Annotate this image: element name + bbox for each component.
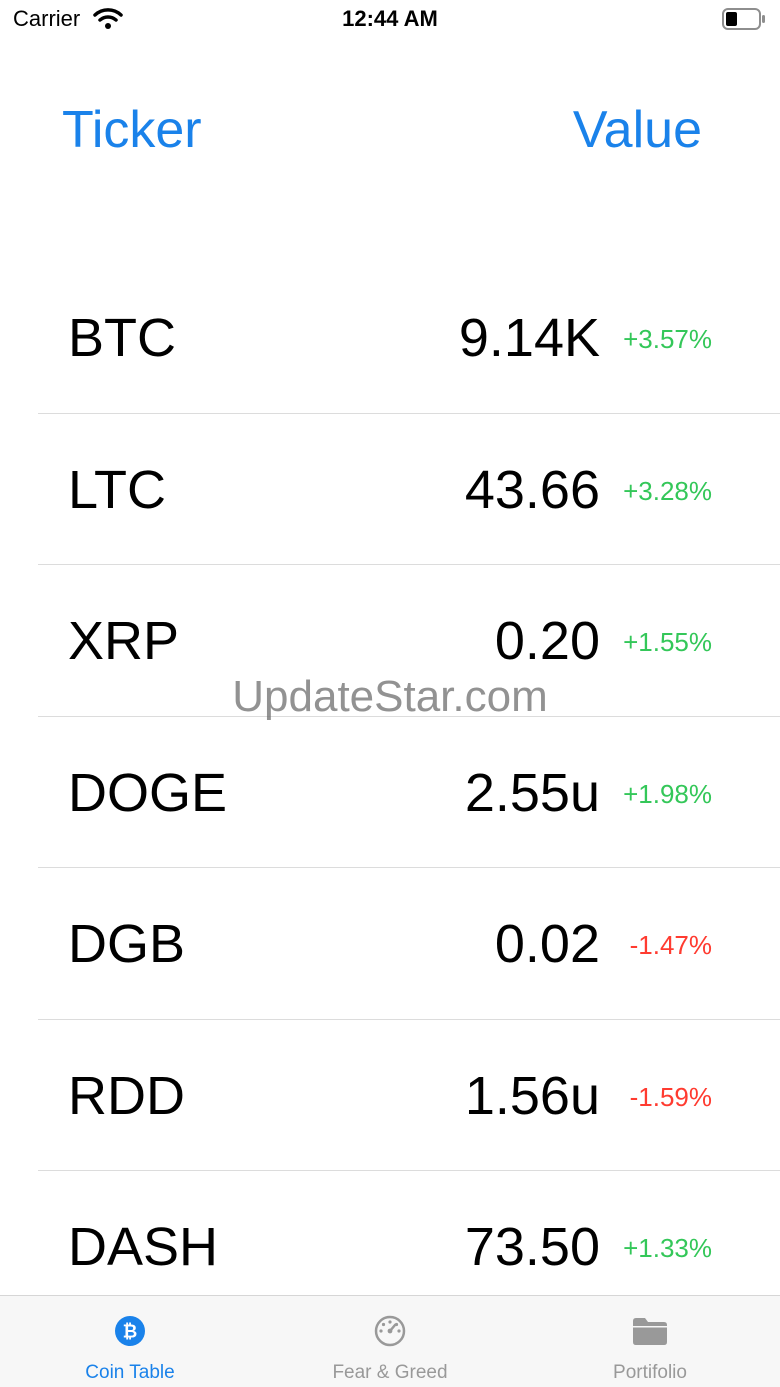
bitcoin-icon: ₿	[113, 1314, 147, 1353]
coin-change: +1.33%	[623, 1233, 712, 1263]
coin-value: 2.55u	[464, 762, 600, 823]
folder-icon	[631, 1314, 669, 1353]
coin-value: 1.56u	[464, 1065, 600, 1126]
status-bar: Carrier 12:44 AM	[0, 0, 780, 42]
coin-row-dash[interactable]: DASH 73.50 +1.33%	[0, 1171, 780, 1295]
tab-portifolio[interactable]: Portifolio	[520, 1296, 780, 1387]
value-header[interactable]: Value	[573, 100, 702, 160]
status-time: 12:44 AM	[342, 6, 438, 31]
coin-row-xrp[interactable]: XRP 0.20 +1.55%	[0, 565, 780, 717]
coin-ticker: DASH	[68, 1217, 219, 1277]
coin-value: 43.66	[464, 459, 600, 520]
tab-fear-greed[interactable]: Fear & Greed	[260, 1296, 520, 1387]
coin-change: -1.47%	[629, 930, 712, 960]
coin-value: 0.20	[494, 611, 600, 671]
coin-value: 73.50	[464, 1217, 600, 1277]
app-screen: Carrier 12:44 AM Ticker Value BTC 9.14K …	[0, 0, 780, 1387]
coin-change: +3.57%	[623, 324, 712, 354]
ticker-header[interactable]: Ticker	[62, 100, 202, 160]
tab-label: Portifolio	[613, 1362, 687, 1383]
coin-change: +1.98%	[623, 778, 712, 809]
coin-ticker: RDD	[68, 1065, 185, 1126]
coin-ticker: DGB	[68, 914, 186, 974]
coin-row-btc[interactable]: BTC 9.14K +3.57%	[0, 262, 780, 414]
svg-text:₿: ₿	[123, 1322, 138, 1343]
coin-ticker: BTC	[68, 308, 176, 368]
coin-change: +1.55%	[623, 627, 712, 657]
coin-change: +3.28%	[623, 475, 712, 506]
coin-ticker: DOGE	[68, 762, 228, 823]
coin-row-rdd[interactable]: RDD 1.56u -1.59%	[0, 1020, 780, 1171]
coin-value: 9.14K	[458, 308, 600, 368]
coin-row-dgb[interactable]: DGB 0.02 -1.47%	[0, 868, 780, 1020]
tab-label: Coin Table	[85, 1362, 175, 1383]
speedometer-icon	[373, 1314, 407, 1353]
coin-ticker: LTC	[68, 459, 167, 520]
battery-icon	[722, 8, 766, 35]
coin-value: 0.02	[494, 914, 600, 974]
tab-coin-table[interactable]: ₿ Coin Table	[0, 1296, 260, 1387]
coin-row-ltc[interactable]: LTC 43.66 +3.28%	[0, 414, 780, 565]
tab-label: Fear & Greed	[332, 1362, 448, 1383]
coin-ticker: XRP	[68, 611, 180, 671]
coin-change: -1.59%	[629, 1081, 712, 1112]
coin-row-doge[interactable]: DOGE 2.55u +1.98%	[0, 717, 780, 868]
tab-bar: ₿ Coin Table Fear & Greed Portifolio	[0, 1295, 780, 1387]
coin-table[interactable]: BTC 9.14K +3.57% LTC 43.66 +3.28% XRP 0.…	[0, 262, 780, 1295]
